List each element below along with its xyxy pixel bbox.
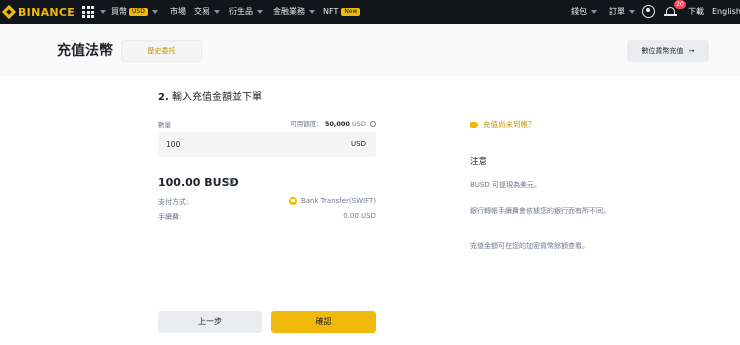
new-tag: New bbox=[341, 7, 361, 16]
chevron-down-icon bbox=[309, 9, 315, 14]
arrow-right-icon: → bbox=[688, 47, 695, 55]
nav-item-label: 錢包 bbox=[571, 7, 587, 16]
info-icon[interactable] bbox=[227, 178, 234, 185]
nav-item-trade[interactable]: 交易 bbox=[194, 0, 220, 24]
amount-unit: USD bbox=[351, 140, 366, 148]
nav-item-label: 下載 bbox=[688, 7, 704, 16]
user-icon[interactable] bbox=[642, 5, 655, 18]
crypto-deposit-button[interactable]: 數位貨幣充值 → bbox=[627, 40, 709, 62]
language-selector[interactable]: English bbox=[712, 0, 740, 24]
limit-unit: USD bbox=[352, 120, 366, 128]
fee-value: 0.00 USD bbox=[343, 212, 376, 220]
notification-badge: 20 bbox=[674, 0, 686, 9]
available-limit: 可用額度： 50,000 USD bbox=[280, 118, 376, 128]
nav-item-label: 交易 bbox=[194, 7, 210, 16]
apps-grid-icon[interactable] bbox=[82, 6, 94, 18]
limit-value: 50,000 bbox=[324, 120, 350, 128]
deposit-not-arrived-text: 充值尚未到帳？ bbox=[483, 120, 536, 129]
payment-method-value: Bank Transfer(SWIFT) bbox=[284, 197, 376, 205]
amount-input[interactable]: 100 USD bbox=[158, 132, 376, 157]
limit-label: 可用額度： bbox=[290, 120, 323, 128]
binance-logo-icon bbox=[1, 4, 17, 20]
quantity-label: 數量 bbox=[158, 121, 171, 129]
nav-item-download[interactable]: 下載 bbox=[688, 0, 704, 24]
notice-item: BUSD 可提現為美元。 bbox=[470, 181, 541, 189]
chevron-down-icon bbox=[629, 9, 635, 14]
payment-method-label: 支付方式: bbox=[158, 198, 189, 206]
chevron-down-icon bbox=[591, 9, 597, 14]
nav-item-label: 衍生品 bbox=[229, 7, 253, 16]
history-orders-button[interactable]: 歷史委托 bbox=[121, 40, 202, 62]
chevron-down-icon bbox=[100, 10, 106, 14]
fee-label: 手續費: bbox=[158, 213, 182, 221]
step-title-text: 輸入充值金額並下單 bbox=[171, 92, 262, 103]
language-label: English bbox=[712, 7, 740, 16]
nav-item-label: 買幣 bbox=[111, 7, 127, 16]
nav-item-label: 市場 bbox=[170, 7, 186, 16]
deposit-not-arrived-link[interactable]: 充值尚未到帳？ bbox=[470, 119, 536, 130]
payment-method-text: Bank Transfer(SWIFT) bbox=[300, 197, 376, 205]
info-icon[interactable] bbox=[370, 121, 376, 127]
chevron-down-icon bbox=[257, 9, 263, 14]
nav-item-derivatives[interactable]: 衍生品 bbox=[229, 0, 263, 24]
step-number: 2. bbox=[158, 92, 169, 103]
logo-text: BINANCE bbox=[18, 5, 76, 19]
chevron-down-icon bbox=[214, 9, 220, 14]
step-title: 2. 輸入充值金額並下單 bbox=[158, 88, 262, 103]
back-button[interactable]: 上一步 bbox=[158, 311, 262, 333]
nav-item-orders[interactable]: 訂單 bbox=[609, 0, 635, 24]
notice-item: 銀行轉帳手續費會依據您的銀行而有所不同。 bbox=[470, 207, 610, 215]
amount-input-value: 100 bbox=[166, 140, 181, 149]
nav-item-markets[interactable]: 市場 bbox=[170, 0, 186, 24]
nav-item-buy-crypto[interactable]: 買幣 USD bbox=[111, 0, 158, 24]
crypto-deposit-label: 數位貨幣充值 bbox=[641, 47, 684, 55]
bank-icon bbox=[288, 197, 297, 205]
notice-title: 注意 bbox=[470, 157, 488, 167]
page-title: 充值法幣 bbox=[57, 43, 113, 59]
confirm-button[interactable]: 確認 bbox=[271, 311, 376, 333]
usd-tag: USD bbox=[129, 7, 148, 16]
nav-item-nft[interactable]: NFT New bbox=[323, 0, 361, 24]
nav-item-finance[interactable]: 金融業務 bbox=[273, 0, 315, 24]
hand-pointer-icon bbox=[470, 122, 478, 128]
nav-item-wallet[interactable]: 錢包 bbox=[571, 0, 597, 24]
binance-logo[interactable]: BINANCE bbox=[1, 4, 76, 20]
nav-item-label: NFT bbox=[323, 7, 339, 16]
top-navigation-bar: BINANCE 買幣 USD 市場 交易 衍生品 金融業務 NFT New 錢包 訂… bbox=[0, 0, 740, 24]
nav-item-label: 訂單 bbox=[609, 7, 625, 16]
notice-item: 充值金額可在您的加密貨幣餘額查看。 bbox=[470, 242, 589, 250]
nav-item-label: 金融業務 bbox=[273, 7, 305, 16]
chevron-down-icon bbox=[151, 9, 158, 14]
